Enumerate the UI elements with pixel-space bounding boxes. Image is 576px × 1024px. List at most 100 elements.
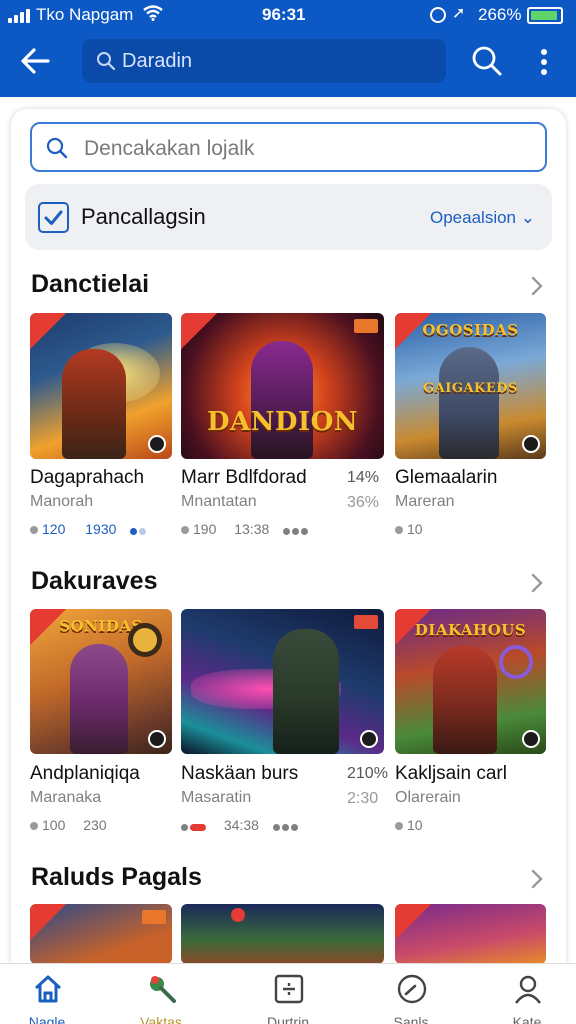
game-percent: 36% — [347, 494, 380, 511]
search-icon — [97, 52, 116, 71]
badge-icon — [522, 730, 540, 748]
nav-search[interactable]: Sanls — [366, 964, 456, 1024]
game-stats: 10 — [395, 817, 423, 833]
game-stats: 120 1930 — [30, 521, 148, 538]
app-bar-search[interactable]: Daradin — [82, 39, 446, 83]
board-icon — [274, 974, 304, 1004]
location-icon: ➚ — [452, 5, 466, 22]
stat-dots-icon — [130, 522, 148, 538]
home-icon — [34, 975, 62, 1003]
content-card: Dencakakan lojalk Pancallagsin Opeaalsio… — [11, 109, 566, 1024]
game-percent: 2:30 — [347, 790, 379, 807]
wifi-icon — [143, 5, 163, 21]
badge-icon — [148, 435, 166, 453]
battery-icon — [527, 7, 563, 24]
tag-icon — [354, 319, 378, 333]
game-stats: 100 230 — [30, 817, 107, 833]
game-title: Dagaprahach — [30, 467, 145, 488]
game-stats: 190 13:38 — [181, 521, 310, 538]
clock: 96:31 — [262, 5, 306, 24]
section-title: Dakuraves — [31, 567, 158, 595]
game-tile[interactable]: DIAKAHOUS Kakljsain carl Olarerain 10 — [395, 609, 547, 839]
game-thumbnail: DIAKAHOUS — [395, 609, 546, 754]
game-tile[interactable]: Naskäan burs 210% Masaratin 2:30 34:38 — [181, 609, 388, 839]
nav-profile[interactable]: Kate — [482, 964, 572, 1024]
nav-label: Sanls — [393, 1014, 429, 1024]
filter-dropdown[interactable]: Opeaalsion ⌄ — [430, 208, 535, 228]
nav-label: Nagle — [28, 1014, 66, 1024]
more-vert-icon[interactable] — [532, 45, 556, 79]
filter-checkbox[interactable] — [38, 202, 69, 233]
chevron-right-icon[interactable] — [527, 866, 547, 892]
nav-label: Vaktas — [140, 1014, 182, 1024]
status-bar: Tko Napgam 96:31 ➚ 266% — [0, 0, 576, 30]
search-icon — [46, 137, 68, 159]
filter-dropdown-label: Opeaalsion — [430, 208, 517, 227]
game-percent: 14% — [347, 469, 380, 486]
nav-board[interactable]: Durtrin — [243, 964, 333, 1024]
bottom-nav: Nagle Vaktas Durtrin Sanls Kate — [0, 963, 576, 1024]
ribbon-icon — [181, 313, 217, 349]
ribbon-icon — [395, 313, 431, 349]
chevron-right-icon[interactable] — [527, 273, 547, 299]
game-subtitle: Mnantatan — [181, 493, 257, 510]
profile-icon — [515, 975, 541, 1004]
nav-label: Kate — [512, 1014, 542, 1024]
nav-home[interactable]: Nagle — [2, 964, 92, 1024]
game-thumbnail: DANDION — [181, 313, 384, 459]
game-title: Marr Bdlfdorad — [181, 467, 307, 488]
game-title: Andplaniqiqa — [30, 763, 140, 784]
stat-dot-icon — [30, 822, 38, 831]
game-tile[interactable] — [30, 904, 172, 964]
stat-dots-icon — [283, 522, 310, 538]
compass-icon — [397, 974, 427, 1004]
section-title: Danctielai — [31, 270, 150, 298]
game-subtitle: Mareran — [395, 493, 455, 510]
ribbon-icon — [30, 313, 66, 349]
game-subtitle: Manorah — [30, 493, 94, 510]
badge-icon — [148, 730, 166, 748]
game-subtitle: Masaratin — [181, 789, 252, 806]
game-logo: DANDION — [206, 407, 359, 437]
game-tile[interactable]: SONIDAS Andplaniqiqa Maranaka 100 230 — [30, 609, 172, 839]
game-tile[interactable] — [395, 904, 546, 964]
back-arrow-icon[interactable] — [18, 44, 54, 78]
game-title: Glemaalarin — [395, 467, 498, 488]
chevron-right-icon[interactable] — [527, 570, 547, 596]
search-input[interactable]: Dencakakan lojalk — [30, 122, 547, 172]
badge-icon — [360, 730, 378, 748]
game-stats: 34:38 — [181, 817, 300, 834]
game-tile[interactable]: DANDION Marr Bdlfdorad 14% Mnantatan 36%… — [181, 313, 384, 543]
badge-icon — [522, 435, 540, 453]
game-thumbnail — [395, 904, 546, 964]
game-thumbnail — [181, 609, 384, 754]
search-input-placeholder: Dencakakan lojalk — [84, 137, 255, 160]
nav-games[interactable]: Vaktas — [116, 964, 206, 1024]
stat-dot-icon — [395, 526, 403, 535]
game-logo: GAIGAKEDS — [423, 381, 518, 396]
ribbon-icon — [395, 609, 431, 645]
app-bar-search-text: Daradin — [122, 50, 193, 72]
checkmark-icon — [44, 210, 63, 225]
game-title: Kakljsain carl — [395, 763, 507, 784]
carrier-name: Tko Napgam — [36, 5, 134, 24]
app-bar: Tko Napgam 96:31 ➚ 266% Daradin — [0, 0, 576, 97]
stat-dot-icon — [181, 526, 189, 535]
game-controller-icon — [150, 976, 176, 1003]
game-tile[interactable]: Dagaprahach Manorah 120 1930 — [30, 313, 172, 543]
game-thumbnail: SONIDAS — [30, 609, 172, 754]
filter-label: Pancallagsin — [81, 204, 206, 229]
ribbon-icon — [395, 904, 431, 940]
game-subtitle: Maranaka — [30, 789, 102, 806]
stat-dots-icon — [181, 818, 208, 834]
nav-label: Durtrin — [266, 1014, 309, 1024]
game-thumbnail — [30, 904, 172, 964]
chevron-down-icon: ⌄ — [516, 208, 535, 227]
game-tile[interactable] — [181, 904, 384, 964]
stat-dots-icon — [272, 818, 300, 834]
stat-dot-icon — [30, 526, 38, 535]
tag-icon — [142, 910, 166, 924]
search-button-icon[interactable] — [470, 44, 504, 78]
battery-percent: 266% — [478, 5, 522, 24]
game-tile[interactable]: OGOSIDAS GAIGAKEDS Glemaalarin Mareran 1… — [395, 313, 547, 543]
